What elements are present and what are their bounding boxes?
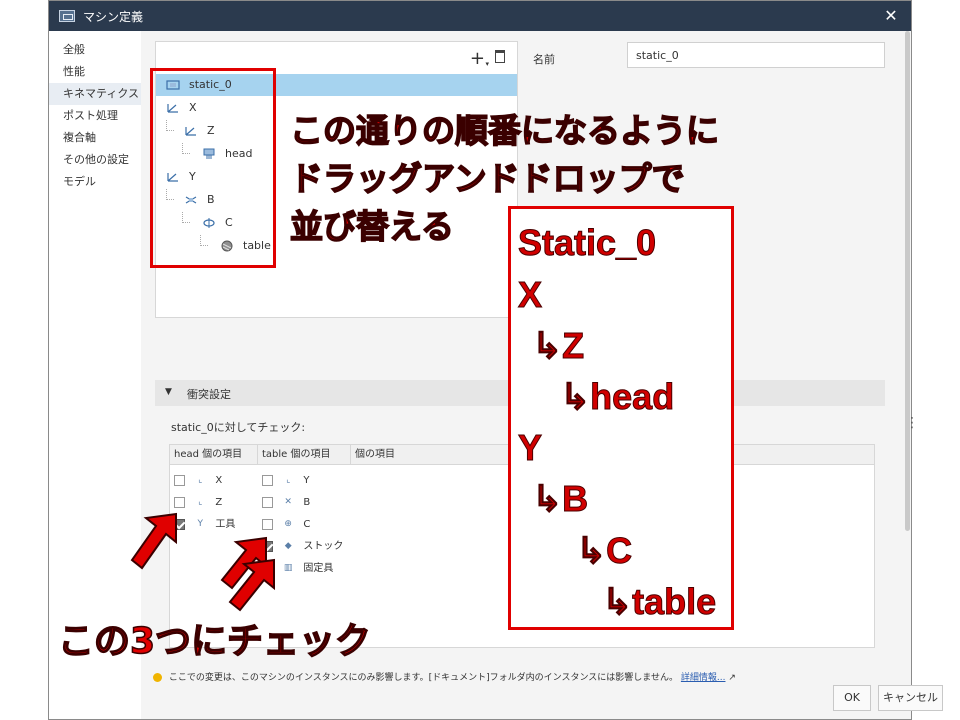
linear-axis-icon: ⌞ — [198, 475, 203, 485]
fixture-icon: ▥ — [283, 563, 293, 573]
order-item: Static_0 — [517, 222, 657, 264]
tool-icon: Y — [197, 519, 203, 529]
column-header: table 個の項目 — [258, 445, 351, 465]
order-item: ↳B — [531, 478, 589, 520]
item-label: Y — [303, 475, 310, 486]
sidebar-item-general[interactable]: 全般 — [49, 39, 141, 61]
name-input[interactable] — [627, 42, 885, 68]
instruction-line-1: この通りの順番になるように — [289, 110, 720, 151]
window-title: マシン定義 — [83, 9, 144, 24]
order-item: ↳table — [601, 581, 717, 623]
rotary-axis-icon: ✕ — [284, 497, 292, 507]
scrollbar[interactable] — [904, 31, 911, 571]
checkbox[interactable] — [262, 496, 273, 508]
checkbox[interactable] — [174, 496, 185, 508]
instruction-line-3: 並び替える — [289, 206, 455, 247]
table-item-stock[interactable]: ◆ ストック — [262, 536, 343, 556]
order-item: Y — [517, 427, 543, 469]
machine-icon — [59, 10, 75, 22]
item-label: 固定具 — [303, 563, 334, 574]
arrow-icon — [228, 558, 275, 612]
footer-note-text: ここでの変更は、このマシンのインスタンスにのみ影響します。[ドキュメント]フォル… — [168, 673, 679, 683]
tree-highlight-box — [150, 68, 276, 268]
head-item-z[interactable]: ⌞ Z — [174, 492, 222, 512]
check-against-label: static_0に対してチェック: — [171, 421, 306, 434]
item-label: 工具 — [215, 519, 236, 530]
chevron-down-icon[interactable]: ▾ — [485, 60, 489, 68]
item-label: X — [215, 475, 223, 486]
item-label: B — [303, 497, 311, 508]
head-item-x[interactable]: ⌞ X — [174, 470, 222, 490]
column-header: head 個の項目 — [170, 445, 258, 465]
warning-icon — [153, 673, 162, 682]
check-instruction: この3つにチェック — [57, 620, 372, 663]
learn-more-link[interactable]: 詳細情報... — [681, 673, 726, 683]
sidebar-item-other-settings[interactable]: その他の設定 — [49, 149, 141, 171]
trash-icon[interactable] — [495, 50, 505, 63]
order-item: X — [517, 274, 543, 316]
table-item-b[interactable]: ✕ B — [262, 492, 310, 512]
table-item-c[interactable]: ⊕ C — [262, 514, 310, 534]
linear-axis-icon: ⌞ — [198, 497, 203, 507]
checkbox[interactable] — [262, 474, 273, 486]
checkbox[interactable] — [262, 518, 273, 530]
item-label: Z — [215, 497, 223, 508]
sidebar-item-post-processing[interactable]: ポスト処理 — [49, 105, 141, 127]
order-item: ↳head — [559, 376, 675, 418]
linear-axis-icon: ⌞ — [286, 475, 291, 485]
stock-icon: ◆ — [284, 541, 292, 551]
chevron-down-icon: ▼ — [165, 387, 172, 397]
arrow-icon — [130, 512, 177, 570]
external-link-icon: ↗ — [728, 673, 736, 683]
head-item-tool[interactable]: Y 工具 — [174, 514, 235, 534]
footer-note: ここでの変更は、このマシンのインスタンスにのみ影響します。[ドキュメント]フォル… — [153, 670, 736, 683]
item-label: C — [303, 519, 311, 530]
sidebar-item-kinematics[interactable]: キネマティクス — [49, 83, 141, 105]
rotary-axis-icon: ⊕ — [284, 519, 292, 529]
order-item: ↳Z — [531, 325, 585, 367]
ok-button[interactable]: OK — [833, 685, 871, 711]
title-bar: マシン定義 ✕ — [49, 1, 911, 31]
order-item: ↳C — [575, 530, 633, 572]
checkbox[interactable] — [174, 474, 185, 486]
sidebar-item-multi-axis[interactable]: 複合軸 — [49, 127, 141, 149]
scrollbar-thumb[interactable] — [905, 31, 910, 531]
item-label: ストック — [303, 541, 344, 552]
sidebar-item-capabilities[interactable]: 性能 — [49, 61, 141, 83]
name-label: 名前 — [533, 53, 555, 66]
sidebar-item-model[interactable]: モデル — [49, 171, 141, 193]
table-item-y[interactable]: ⌞ Y — [262, 470, 309, 490]
instruction-line-2: ドラッグアンドドロップで — [289, 158, 685, 199]
cancel-button[interactable]: キャンセル — [878, 685, 943, 711]
add-icon[interactable]: + — [470, 48, 485, 69]
collision-settings-title: 衝突設定 — [187, 388, 231, 401]
close-button[interactable]: ✕ — [881, 6, 901, 26]
